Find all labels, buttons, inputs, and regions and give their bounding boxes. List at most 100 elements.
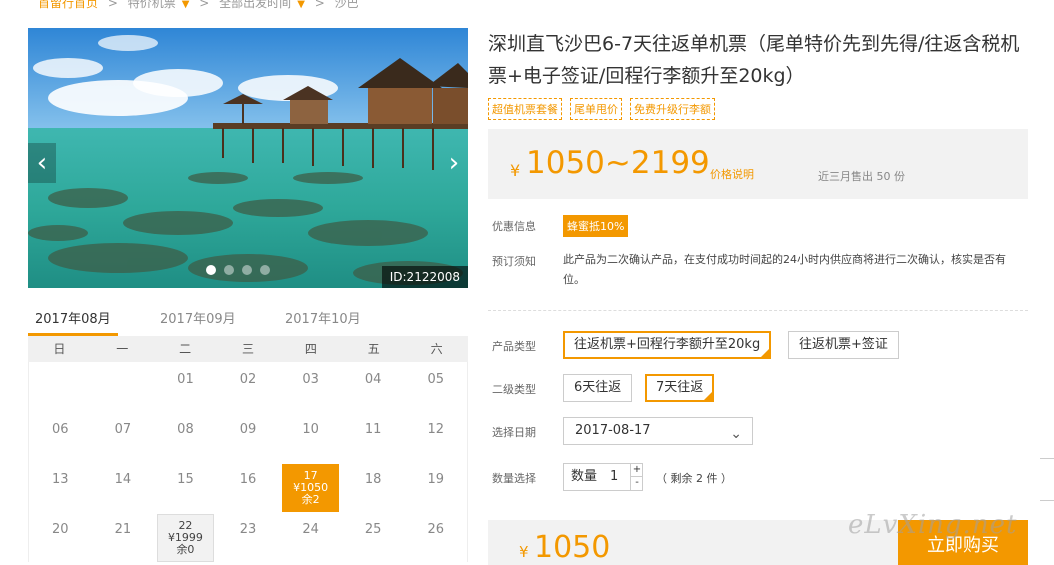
gallery-next-arrow[interactable]: ›	[440, 143, 468, 183]
breadcrumb: 首留行首页 > 特价机票 ▼ > 全部出发时间 ▼ > 沙巴	[38, 0, 365, 11]
calendar-day: 11	[364, 422, 382, 437]
weekday-label: 三	[242, 342, 255, 356]
date-label: 选择日期	[492, 426, 536, 439]
calendar-day-available[interactable]: 22 ¥1999 余0	[154, 512, 217, 562]
price-explanation-link[interactable]: 价格说明	[710, 166, 754, 182]
calendar-day: 21	[114, 522, 132, 537]
calendar-day-stock: 余2	[301, 493, 320, 506]
product-tag: 免费升级行李额	[630, 98, 715, 120]
weekday-label: 一	[116, 342, 129, 356]
product-type-label: 产品类型	[492, 340, 536, 353]
calendar-day: 12	[427, 422, 445, 437]
chevron-down-icon[interactable]: ▼	[182, 0, 190, 10]
breadcrumb-separator: >	[107, 0, 118, 10]
total-price: 1050	[534, 530, 611, 565]
remaining-stock: （ 剩余 2 件 ）	[656, 472, 732, 485]
watermark: eLvXing.net	[848, 510, 1018, 540]
breadcrumb-cheap-flights-link[interactable]: 特价机票	[128, 0, 176, 10]
calendar-day	[29, 362, 92, 412]
calendar-day: 18	[364, 472, 382, 487]
tab-month-aug[interactable]: 2017年08月	[35, 308, 111, 327]
month-tabs: 2017年08月 2017年09月 2017年10月	[28, 300, 468, 336]
calendar-day: 02	[239, 372, 257, 387]
gallery-dot[interactable]	[206, 265, 216, 275]
promo-label: 优惠信息	[492, 220, 536, 233]
chevron-down-icon: ⌄	[730, 426, 742, 442]
breadcrumb-current: 沙巴	[334, 0, 359, 10]
product-tags: 超值机票套餐 尾单甩价 免费升级行李额	[488, 98, 715, 120]
calendar-day: 04	[364, 372, 382, 387]
weekday-label: 二	[179, 342, 192, 356]
calendar-day: 20	[52, 522, 69, 537]
product-title: 深圳直飞沙巴6-7天往返单机票（尾单特价先到先得/往返含税机票+电子签证/回程行…	[488, 33, 1020, 87]
image-id-label: ID:2122008	[381, 266, 468, 288]
gallery-dot[interactable]	[260, 265, 270, 275]
calendar-day: 14	[114, 472, 132, 487]
calendar-day: 19	[427, 472, 445, 487]
beach-resort-photo	[28, 28, 468, 288]
date-select[interactable]: 2017-08-17 ⌄	[563, 417, 753, 445]
quantity-inner-label: 数量	[571, 469, 598, 484]
product-tag: 尾单甩价	[570, 98, 622, 120]
gallery-dot[interactable]	[242, 265, 252, 275]
calendar-day: 15	[177, 472, 194, 487]
price-range: 1050~2199	[526, 145, 710, 181]
calendar-day: 10	[302, 422, 319, 437]
calendar-day: 08	[177, 422, 194, 437]
calendar-day-selected[interactable]: 17 ¥1050 余2	[279, 462, 342, 512]
section-divider	[488, 310, 1028, 311]
breadcrumb-departure-time-link[interactable]: 全部出发时间	[219, 0, 291, 10]
edge-divider	[1040, 500, 1054, 501]
weekday-label: 日	[53, 342, 66, 356]
calendar-day: 07	[114, 422, 132, 437]
option-6-days[interactable]: 6天往返	[563, 374, 633, 402]
gallery-prev-arrow[interactable]: ‹	[28, 143, 56, 183]
weekday-label: 六	[430, 342, 443, 356]
quantity-stepper[interactable]: 数量 1 + -	[563, 463, 643, 491]
quantity-label: 数量选择	[492, 472, 536, 485]
option-product-type-luggage[interactable]: 往返机票+回程行李额升至20kg	[563, 331, 772, 359]
promo-badge: 蜂蜜抵10%	[563, 215, 629, 237]
quantity-decrement-button[interactable]: -	[630, 477, 643, 490]
edge-divider	[1040, 458, 1054, 459]
calendar-week: 01 02 03 04 05	[29, 362, 467, 412]
calendar-day: 23	[239, 522, 257, 537]
notice-label: 预订须知	[492, 255, 536, 268]
calendar-weekday-header: 日 一 二 三 四 五 六	[28, 336, 468, 362]
quantity-value[interactable]: 1	[610, 464, 618, 490]
calendar-day: 05	[427, 372, 445, 387]
weekday-label: 四	[304, 342, 317, 356]
breadcrumb-home-link[interactable]: 首留行首页	[38, 0, 98, 10]
calendar-day: 03	[302, 372, 319, 387]
gallery-pagination	[206, 265, 270, 275]
calendar-week: 20 21 22 ¥1999 余0 23 24 25 26	[29, 512, 467, 562]
tab-month-oct[interactable]: 2017年10月	[285, 308, 361, 327]
option-product-type-visa[interactable]: 往返机票+签证	[788, 331, 899, 359]
calendar-day	[92, 362, 155, 412]
tab-month-sep[interactable]: 2017年09月	[160, 308, 236, 327]
currency-symbol: ¥	[519, 543, 529, 561]
gallery-dot[interactable]	[224, 265, 234, 275]
calendar-day: 06	[52, 422, 69, 437]
booking-notice-text: 此产品为二次确认产品，在支付成功时间起的24小时内供应商将进行二次确认，核实是否…	[563, 253, 1006, 286]
calendar-day: 26	[427, 522, 445, 537]
sub-type-label: 二级类型	[492, 383, 536, 396]
price-panel: ¥ 1050~2199 价格说明 近三月售出 50 份	[488, 129, 1028, 199]
calendar-day: 09	[239, 422, 257, 437]
weekday-label: 五	[367, 342, 380, 356]
calendar-day-stock: 余0	[176, 543, 195, 556]
option-7-days[interactable]: 7天往返	[645, 374, 715, 402]
sales-count: 近三月售出 50 份	[818, 170, 905, 183]
date-select-value: 2017-08-17	[575, 423, 651, 438]
quantity-increment-button[interactable]: +	[630, 464, 643, 477]
product-image-gallery[interactable]: ‹ › ID:2122008	[28, 28, 468, 288]
product-tag: 超值机票套餐	[488, 98, 562, 120]
date-calendar: 日 一 二 三 四 五 六 01 02 03 04 05 06 07 08 09…	[28, 336, 468, 562]
calendar-week: 13 14 15 16 17 ¥1050 余2 18 19	[29, 462, 467, 512]
calendar-week: 06 07 08 09 10 11 12	[29, 412, 467, 462]
calendar-day: 13	[52, 472, 69, 487]
breadcrumb-separator: >	[314, 0, 325, 10]
calendar-day: 24	[302, 522, 319, 537]
chevron-down-icon[interactable]: ▼	[297, 0, 305, 10]
calendar-day: 16	[239, 472, 257, 487]
